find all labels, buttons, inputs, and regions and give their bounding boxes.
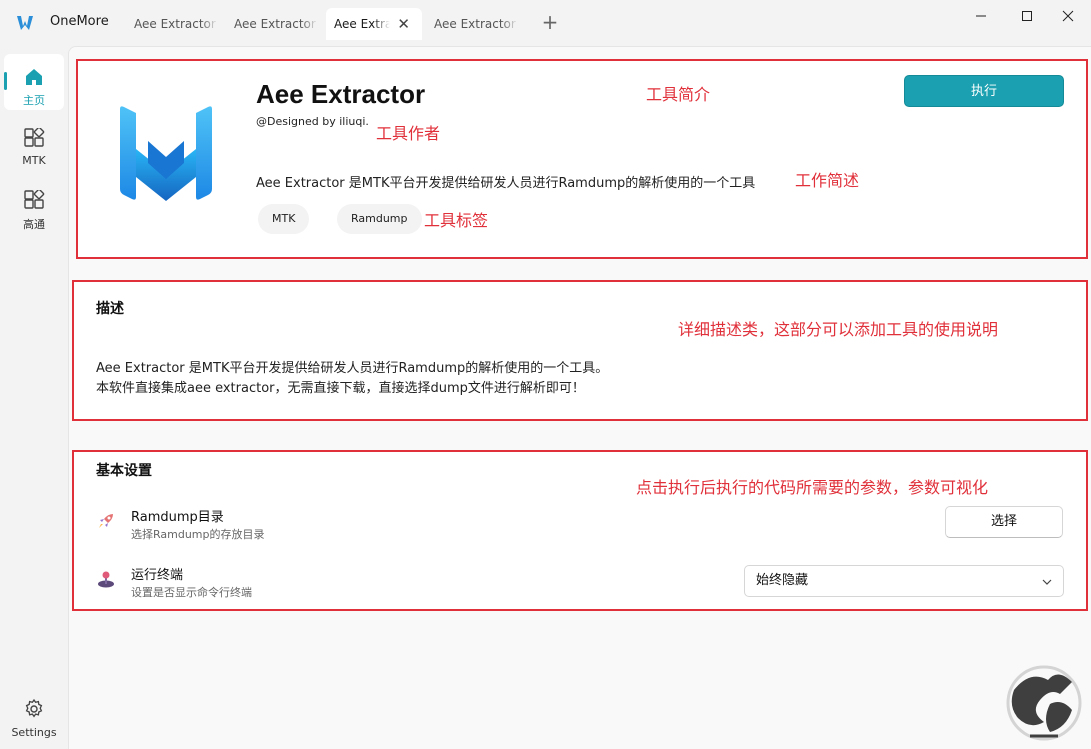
home-icon	[26, 69, 42, 85]
tab-label: Aee Extractor 5	[434, 17, 522, 31]
tab-label: Aee Extractor 4	[134, 17, 222, 31]
annotation-author: 工具作者	[376, 124, 441, 143]
maximize-button[interactable]	[1004, 0, 1050, 32]
maximize-icon	[1022, 11, 1032, 21]
apps-icon	[24, 190, 45, 209]
terminal-title: 运行终端	[131, 568, 184, 583]
joystick-icon	[98, 571, 114, 588]
main-content: Aee Extractor @Designed by iliuqi. Aee E…	[68, 46, 1091, 749]
settings-title: 基本设置	[96, 463, 152, 479]
close-icon	[1062, 10, 1074, 22]
tag-ramdump: Ramdump	[337, 204, 422, 234]
tab-aee-extractor-1[interactable]: Aee Extractor 1	[226, 8, 322, 40]
sidebar-item-settings[interactable]: Settings	[4, 690, 64, 746]
annotation-tags: 工具标签	[424, 211, 489, 230]
basic-settings-card: 基本设置 点击执行后执行的代码所需要的参数，参数可视化 Ramdump目录 选择…	[72, 450, 1088, 611]
watermark-logo	[1006, 665, 1082, 741]
tool-title: Aee Extractor	[256, 79, 426, 109]
tool-author: @Designed by iliuqi.	[256, 115, 369, 128]
sidebar-item-label: 主页	[23, 94, 45, 107]
description-card: 描述 详细描述类，这部分可以添加工具的使用说明 Aee Extractor 是M…	[72, 280, 1088, 421]
tag-mtk: MTK	[258, 204, 310, 234]
sidebar-item-label: 高通	[23, 218, 45, 231]
sidebar-item-mtk[interactable]: MTK	[4, 116, 64, 172]
settings-label: Settings	[11, 726, 57, 739]
description-line: Aee Extractor 是MTK平台开发提供给研发人员进行Ramdump的解…	[96, 361, 609, 376]
sidebar: 主页 MTK 高通 Settings	[0, 46, 68, 749]
sidebar-item-home[interactable]: 主页	[4, 54, 64, 110]
sidebar-item-label: MTK	[22, 154, 46, 167]
annotation-intro: 工具简介	[646, 85, 711, 104]
title-bar: OneMore Aee Extractor 4 Aee Extractor 1 …	[0, 0, 1091, 46]
tab-aee-extractor-active[interactable]: Aee Extractor ✕	[326, 8, 422, 40]
active-indicator	[4, 72, 7, 90]
run-button[interactable]: 执行	[904, 75, 1064, 107]
tab-label: Aee Extractor 1	[234, 17, 322, 31]
choose-directory-button[interactable]: 选择	[945, 506, 1063, 538]
tool-summary: Aee Extractor 是MTK平台开发提供给研发人员进行Ramdump的解…	[256, 176, 756, 191]
ramdump-dir-subtitle: 选择Ramdump的存放目录	[131, 528, 265, 541]
terminal-subtitle: 设置是否显示命令行终端	[131, 586, 252, 599]
close-tab-icon[interactable]: ✕	[397, 8, 410, 40]
add-tab-icon[interactable]: +	[538, 10, 562, 34]
minimize-icon	[976, 15, 986, 17]
app-logo-icon	[17, 16, 33, 30]
minimize-button[interactable]	[958, 0, 1004, 32]
close-window-button[interactable]	[1045, 0, 1091, 32]
select-value: 始终隐藏	[756, 573, 809, 588]
gear-icon	[25, 698, 43, 718]
annotation-detail: 详细描述类，这部分可以添加工具的使用说明	[678, 320, 999, 339]
tab-label: Aee Extractor	[334, 17, 390, 31]
rocket-icon	[99, 514, 113, 528]
ramdump-dir-title: Ramdump目录	[131, 510, 224, 525]
app-name: OneMore	[50, 14, 109, 29]
tool-intro-card: Aee Extractor @Designed by iliuqi. Aee E…	[76, 59, 1088, 259]
annotation-params: 点击执行后执行的代码所需要的参数，参数可视化	[636, 478, 989, 497]
apps-icon	[24, 128, 45, 147]
chevron-down-icon	[1042, 579, 1052, 585]
description-line: 本软件直接集成aee extractor，无需直接下载，直接选择dump文件进行…	[96, 381, 585, 396]
tab-aee-extractor-4[interactable]: Aee Extractor 4	[126, 8, 222, 40]
tool-logo-icon	[120, 106, 212, 201]
tab-aee-extractor-5[interactable]: Aee Extractor 5	[426, 8, 522, 40]
sidebar-item-qualcomm[interactable]: 高通	[4, 178, 64, 234]
description-title: 描述	[96, 301, 124, 317]
annotation-summary: 工作简述	[795, 171, 860, 190]
terminal-visibility-select[interactable]: 始终隐藏	[744, 565, 1064, 597]
